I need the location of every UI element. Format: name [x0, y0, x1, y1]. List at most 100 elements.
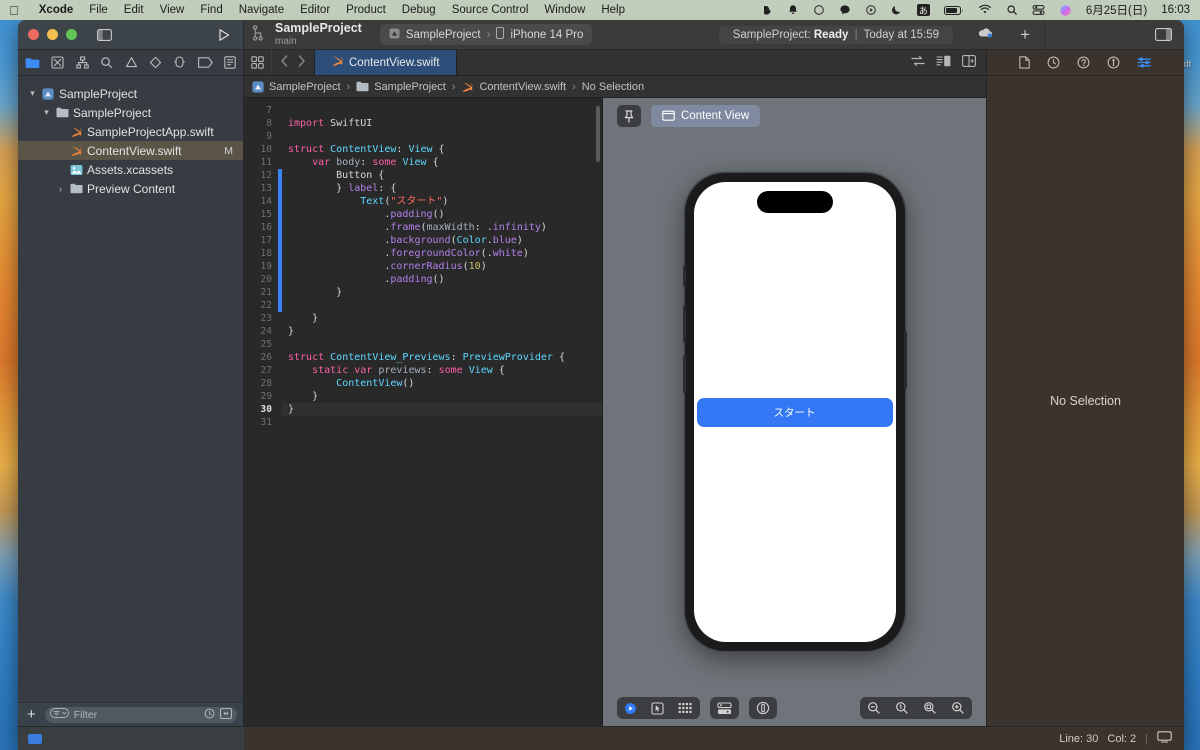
navigator-filter-bar[interactable]: + Filter [18, 702, 243, 726]
evernote-icon[interactable] [761, 4, 773, 16]
zoom-out-icon[interactable] [860, 697, 888, 719]
play-circle-icon[interactable] [865, 4, 877, 16]
navigator-add-button[interactable]: + [24, 707, 39, 722]
status-bar-right[interactable]: Line: 30 Col: 2 | [1059, 731, 1184, 746]
breadcrumb-segment-1[interactable]: SampleProject [356, 81, 446, 93]
navigator-tab-search-icon[interactable] [100, 56, 113, 69]
code-line[interactable]: } [282, 403, 602, 416]
device-screen[interactable]: スタート [693, 182, 896, 642]
menu-item-help[interactable]: Help [593, 4, 633, 16]
build-status-bar[interactable]: SampleProject: Ready | Today at 15:59 [718, 25, 954, 44]
code-text-area[interactable]: import SwiftUI struct ContentView: View … [282, 98, 602, 726]
wifi-icon[interactable] [978, 4, 992, 16]
live-preview-icon[interactable] [617, 697, 644, 719]
go-back-icon[interactable] [281, 55, 288, 70]
breadcrumb-segment-2[interactable]: ContentView.swift [461, 81, 566, 93]
macos-menu-bar[interactable]:  XcodeFileEditViewFindNavigateEditorPro… [0, 0, 1200, 20]
quick-help-icon[interactable] [1107, 56, 1120, 69]
navigator-row-assets-xcassets[interactable]: Assets.xcassets [18, 160, 243, 179]
tab-overview-icon[interactable] [244, 50, 271, 75]
toggle-inspector-icon[interactable] [1155, 28, 1172, 41]
device-settings-icon[interactable] [710, 697, 739, 719]
code-scrollbar[interactable] [596, 106, 600, 162]
zoom-actual-icon[interactable] [888, 697, 916, 719]
recent-filter-icon[interactable] [204, 708, 215, 722]
navigator-tab-source-control-icon[interactable] [51, 56, 64, 69]
disclosure-triangle-icon[interactable]: ▾ [40, 107, 53, 118]
menu-item-edit[interactable]: Edit [116, 4, 152, 16]
zoom-in-icon[interactable] [944, 697, 972, 719]
code-line[interactable]: Button { [282, 169, 602, 182]
device-orientation-icon[interactable] [749, 697, 777, 719]
code-line[interactable]: static var previews: some View { [282, 364, 602, 377]
editor-options-group[interactable] [901, 50, 986, 75]
input-source-icon[interactable]: あ [916, 4, 930, 16]
control-center-icon[interactable] [1032, 4, 1045, 16]
history-inspector-icon[interactable] [1047, 56, 1060, 69]
disclosure-triangle-icon[interactable]: › [54, 184, 67, 194]
code-line[interactable]: .cornerRadius(10) [282, 260, 602, 273]
code-line[interactable]: Text("スタート") [282, 195, 602, 208]
navigator-tab-report-icon[interactable] [224, 56, 236, 69]
menubar-time[interactable]: 16:03 [1161, 4, 1190, 16]
navigator-row-contentview-swift[interactable]: ContentView.swift M [18, 141, 243, 160]
editor-history-nav[interactable] [271, 50, 314, 75]
code-line[interactable]: .padding() [282, 273, 602, 286]
code-line[interactable]: .foregroundColor(.white) [282, 247, 602, 260]
project-navigator-tree[interactable]: ▾ SampleProject ▾ SampleProject SampleProjec… [18, 76, 243, 702]
menu-item-file[interactable]: File [81, 4, 116, 16]
code-line[interactable] [282, 104, 602, 117]
menu-item-xcode[interactable]: Xcode [31, 4, 82, 16]
menu-item-navigate[interactable]: Navigate [231, 4, 292, 16]
navigator-tab-debug-icon[interactable] [173, 56, 186, 69]
selectable-preview-icon[interactable] [644, 697, 671, 719]
start-button-preview[interactable]: スタート [696, 397, 893, 427]
project-title-block[interactable]: SampleProject main [275, 21, 362, 47]
navigator-tab-hierarchy-icon[interactable] [76, 56, 89, 69]
menu-item-product[interactable]: Product [338, 4, 394, 16]
editor-breadcrumb-bar[interactable]: SampleProject › SampleProject › ContentView.… [244, 76, 986, 98]
add-button[interactable]: + [1020, 26, 1030, 43]
variants-icon[interactable] [671, 697, 700, 719]
search-icon[interactable] [1006, 4, 1018, 16]
code-line[interactable]: } [282, 286, 602, 299]
breadcrumb-segment-0[interactable]: SampleProject [252, 81, 341, 93]
collapse-filter-icon[interactable] [220, 707, 232, 722]
code-line[interactable]: } [282, 312, 602, 325]
menu-item-source-control[interactable]: Source Control [444, 4, 537, 16]
maximize-button[interactable] [66, 29, 77, 40]
navigator-row-preview-content[interactable]: › Preview Content [18, 179, 243, 198]
display-icon[interactable] [1157, 731, 1172, 746]
device-orientation-group[interactable] [749, 697, 777, 719]
code-line[interactable]: var body: some View { [282, 156, 602, 169]
scheme-destination-pill[interactable]: SampleProject › iPhone 14 Pro [379, 24, 593, 45]
navigator-row-sampleprojectapp-swift[interactable]: SampleProjectApp.swift [18, 122, 243, 141]
filter-scope-icon[interactable] [49, 708, 69, 721]
help-inspector-icon[interactable] [1077, 56, 1090, 69]
navigator-tab-warning-icon[interactable] [125, 56, 138, 69]
close-button[interactable] [28, 29, 39, 40]
inspector-tab-bar[interactable] [987, 50, 1184, 76]
circle-icon[interactable] [813, 4, 825, 16]
breadcrumb-segment-3[interactable]: No Selection [582, 81, 644, 93]
go-forward-icon[interactable] [298, 55, 305, 70]
code-line[interactable]: } [282, 390, 602, 403]
code-line[interactable]: struct ContentView: View { [282, 143, 602, 156]
source-code-editor[interactable]: 7 8 9 10 11 12 13 14 15 16 17 18 19 20 21 22 23 24 25 26 27 2… [244, 98, 602, 726]
toggle-navigator-icon[interactable] [97, 28, 112, 41]
minimize-button[interactable] [47, 29, 58, 40]
siri-icon[interactable] [1059, 4, 1072, 17]
related-items-icon[interactable] [911, 55, 925, 70]
preview-name-button[interactable]: Content View [651, 105, 761, 127]
chat-bubble-icon[interactable] [839, 4, 851, 16]
code-line[interactable] [282, 130, 602, 143]
file-inspector-icon[interactable] [1019, 56, 1030, 69]
navigator-filter-field[interactable]: Filter [44, 706, 237, 723]
navigator-tab-test-icon[interactable] [149, 56, 162, 69]
menu-item-view[interactable]: View [152, 4, 193, 16]
apple-logo-icon[interactable]:  [0, 4, 31, 17]
code-line[interactable] [282, 416, 602, 429]
editor-tab-contentview[interactable]: ContentView.swift [314, 50, 457, 75]
moon-icon[interactable] [891, 4, 903, 16]
menubar-status-area[interactable]: あ 6月25日(日) 16:03 [761, 2, 1200, 18]
